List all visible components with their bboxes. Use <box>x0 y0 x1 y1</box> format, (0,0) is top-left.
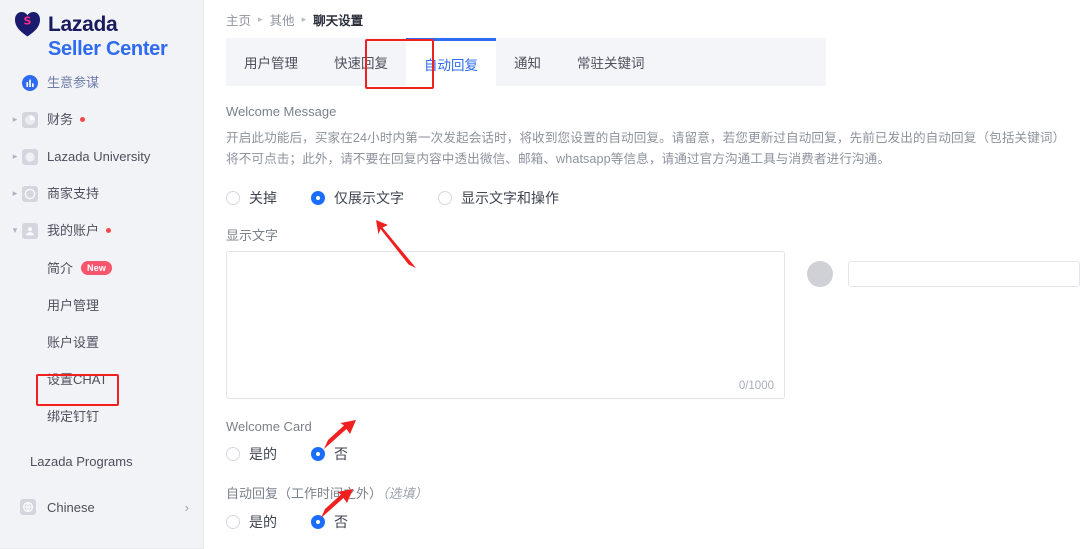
lazada-heart-logo-icon: S <box>14 11 41 37</box>
sidebar-subitem-profile[interactable]: 简介 New <box>0 249 203 286</box>
sidebar-item-label: Lazada Programs <box>30 453 133 469</box>
display-text-textarea[interactable]: 0/1000 <box>226 251 785 399</box>
radio-icon <box>226 191 240 205</box>
display-text-label: 显示文字 <box>226 228 279 243</box>
account-icon <box>22 222 38 239</box>
sidebar-subitem-bind-dingding[interactable]: 绑定钉钉 <box>0 397 203 434</box>
sidebar-subitem-label: 账户设置 <box>47 335 100 350</box>
tab-auto-reply[interactable]: 自动回复 <box>406 38 496 86</box>
sidebar-item-merchant-support[interactable]: ▸ 商家支持 <box>0 175 203 212</box>
app-root: S Lazada Seller Center 生意参谋 ▸ 财务 ▸ Lazad… <box>0 0 1080 549</box>
radio-icon-selected <box>311 447 325 461</box>
radio-option-off[interactable]: 关掉 <box>226 188 277 208</box>
radio-option-text-and-action[interactable]: 显示文字和操作 <box>438 188 559 208</box>
welcome-card-radio-group: 是的 否 <box>226 444 1080 464</box>
offhours-radio-group: 是的 否 <box>226 512 1080 532</box>
radio-label: 关掉 <box>249 190 277 206</box>
offhours-label-text: 自动回复（工作时间之外） <box>226 486 383 501</box>
sidebar-item-lazada-programs[interactable]: Lazada Programs <box>0 444 203 478</box>
radio-icon-selected <box>311 191 325 205</box>
sidebar-subitem-label: 简介 <box>47 261 74 276</box>
welcome-card-radio-yes[interactable]: 是的 <box>226 444 277 464</box>
cap-icon <box>22 148 38 165</box>
tab-quick-reply[interactable]: 快速回复 <box>316 38 406 86</box>
breadcrumb-item-home[interactable]: 主页 <box>226 10 251 29</box>
help-icon <box>22 185 38 202</box>
pie-icon <box>22 111 38 128</box>
tab-notification[interactable]: 通知 <box>496 38 559 86</box>
breadcrumb-separator-icon: ▸ <box>258 13 263 24</box>
radio-icon-selected <box>311 515 325 529</box>
sidebar-item-label: 我的账户 <box>47 222 100 238</box>
chevron-right-icon: › <box>184 499 189 515</box>
radio-label: 是的 <box>249 514 277 530</box>
radio-label: 显示文字和操作 <box>461 190 559 206</box>
breadcrumb-item-current: 聊天设置 <box>313 13 364 28</box>
offhours-radio-no[interactable]: 否 <box>311 512 348 532</box>
sidebar-subitem-user-management[interactable]: 用户管理 <box>0 286 203 323</box>
offhours-auto-reply-section-label: 自动回复（工作时间之外）（选填） <box>226 483 1080 502</box>
globe-icon <box>20 499 36 515</box>
preview-input[interactable] <box>848 261 1080 287</box>
avatar <box>807 261 833 287</box>
chart-icon <box>22 74 38 91</box>
brand-logo[interactable]: S Lazada Seller Center <box>0 0 203 60</box>
sidebar-item-lazada-university[interactable]: ▸ Lazada University <box>0 138 203 175</box>
sidebar-subitem-label: 设置CHAT <box>47 372 108 387</box>
radio-label: 否 <box>334 514 348 530</box>
radio-label: 是的 <box>249 446 277 462</box>
sidebar-item-label: 生意参谋 <box>47 74 100 90</box>
offhours-radio-yes[interactable]: 是的 <box>226 512 277 532</box>
tab-resident-keywords[interactable]: 常驻关键词 <box>559 38 663 86</box>
offhours-optional-note: （选填） <box>382 486 428 501</box>
sidebar-subitem-label: 用户管理 <box>47 298 100 313</box>
radio-label: 否 <box>334 446 348 462</box>
welcome-card-radio-no[interactable]: 否 <box>311 444 348 464</box>
main-content: 主页 ▸ 其他 ▸ 聊天设置 用户管理 快速回复 自动回复 通知 常驻关键词 W… <box>204 0 1080 532</box>
tab-bar: 用户管理 快速回复 自动回复 通知 常驻关键词 <box>226 38 826 86</box>
breadcrumb: 主页 ▸ 其他 ▸ 聊天设置 <box>226 0 1080 38</box>
sidebar-item-label: 财务 <box>47 111 74 127</box>
sidebar-item-finance[interactable]: ▸ 财务 <box>0 101 203 138</box>
radio-option-text-only[interactable]: 仅展示文字 <box>311 188 404 208</box>
breadcrumb-separator-icon: ▸ <box>301 13 307 24</box>
brand-subtitle: Seller Center <box>48 38 168 60</box>
sidebar-subitem-account-settings[interactable]: 账户设置 <box>0 323 203 360</box>
caret-icon: ▸ <box>12 151 18 161</box>
welcome-message-description: 开启此功能后，买家在24小时内第一次发起会话时，将收到您设置的自动回复。请留意，… <box>226 131 1060 166</box>
radio-icon <box>226 447 240 461</box>
message-preview <box>807 261 1080 287</box>
editor-row: 0/1000 <box>226 251 1080 399</box>
language-label: Chinese <box>47 499 95 515</box>
sidebar-item-label: 商家支持 <box>47 185 100 201</box>
main-panel: 主页 ▸ 其他 ▸ 聊天设置 用户管理 快速回复 自动回复 通知 常驻关键词 W… <box>204 0 1080 549</box>
language-switcher[interactable]: Chinese › <box>0 488 203 526</box>
notification-dot <box>80 117 86 122</box>
new-badge: New <box>81 260 113 275</box>
notification-dot <box>106 228 112 233</box>
char-counter: 0/1000 <box>738 380 774 392</box>
caret-icon: ▸ <box>12 188 18 198</box>
sidebar-subitem-setting-chat[interactable]: 设置CHAT <box>0 360 203 397</box>
radio-icon <box>226 515 240 529</box>
welcome-message-section-label: Welcome Message <box>226 104 337 119</box>
sidebar: S Lazada Seller Center 生意参谋 ▸ 财务 ▸ Lazad… <box>0 0 204 549</box>
tab-user-management[interactable]: 用户管理 <box>226 38 316 86</box>
welcome-card-section-label: Welcome Card <box>226 419 312 434</box>
caret-icon: ▸ <box>12 114 18 124</box>
sidebar-item-label: Lazada University <box>47 148 151 164</box>
radio-label: 仅展示文字 <box>334 190 404 206</box>
sidebar-subitem-label: 绑定钉钉 <box>47 409 100 424</box>
sidebar-item-my-account[interactable]: ▾ 我的账户 <box>0 212 203 249</box>
radio-icon <box>438 191 452 205</box>
brand-name: Lazada <box>48 12 118 36</box>
svg-text:S: S <box>24 15 32 28</box>
caret-icon: ▾ <box>12 225 18 235</box>
welcome-message-mode-radio-group: 关掉 仅展示文字 显示文字和操作 <box>226 188 1080 208</box>
sidebar-item-business-advisor[interactable]: 生意参谋 <box>0 64 203 101</box>
breadcrumb-item-others[interactable]: 其他 <box>270 10 295 29</box>
sidebar-nav: 生意参谋 ▸ 财务 ▸ Lazada University ▸ 商家支持 ▾ 我… <box>0 58 203 526</box>
